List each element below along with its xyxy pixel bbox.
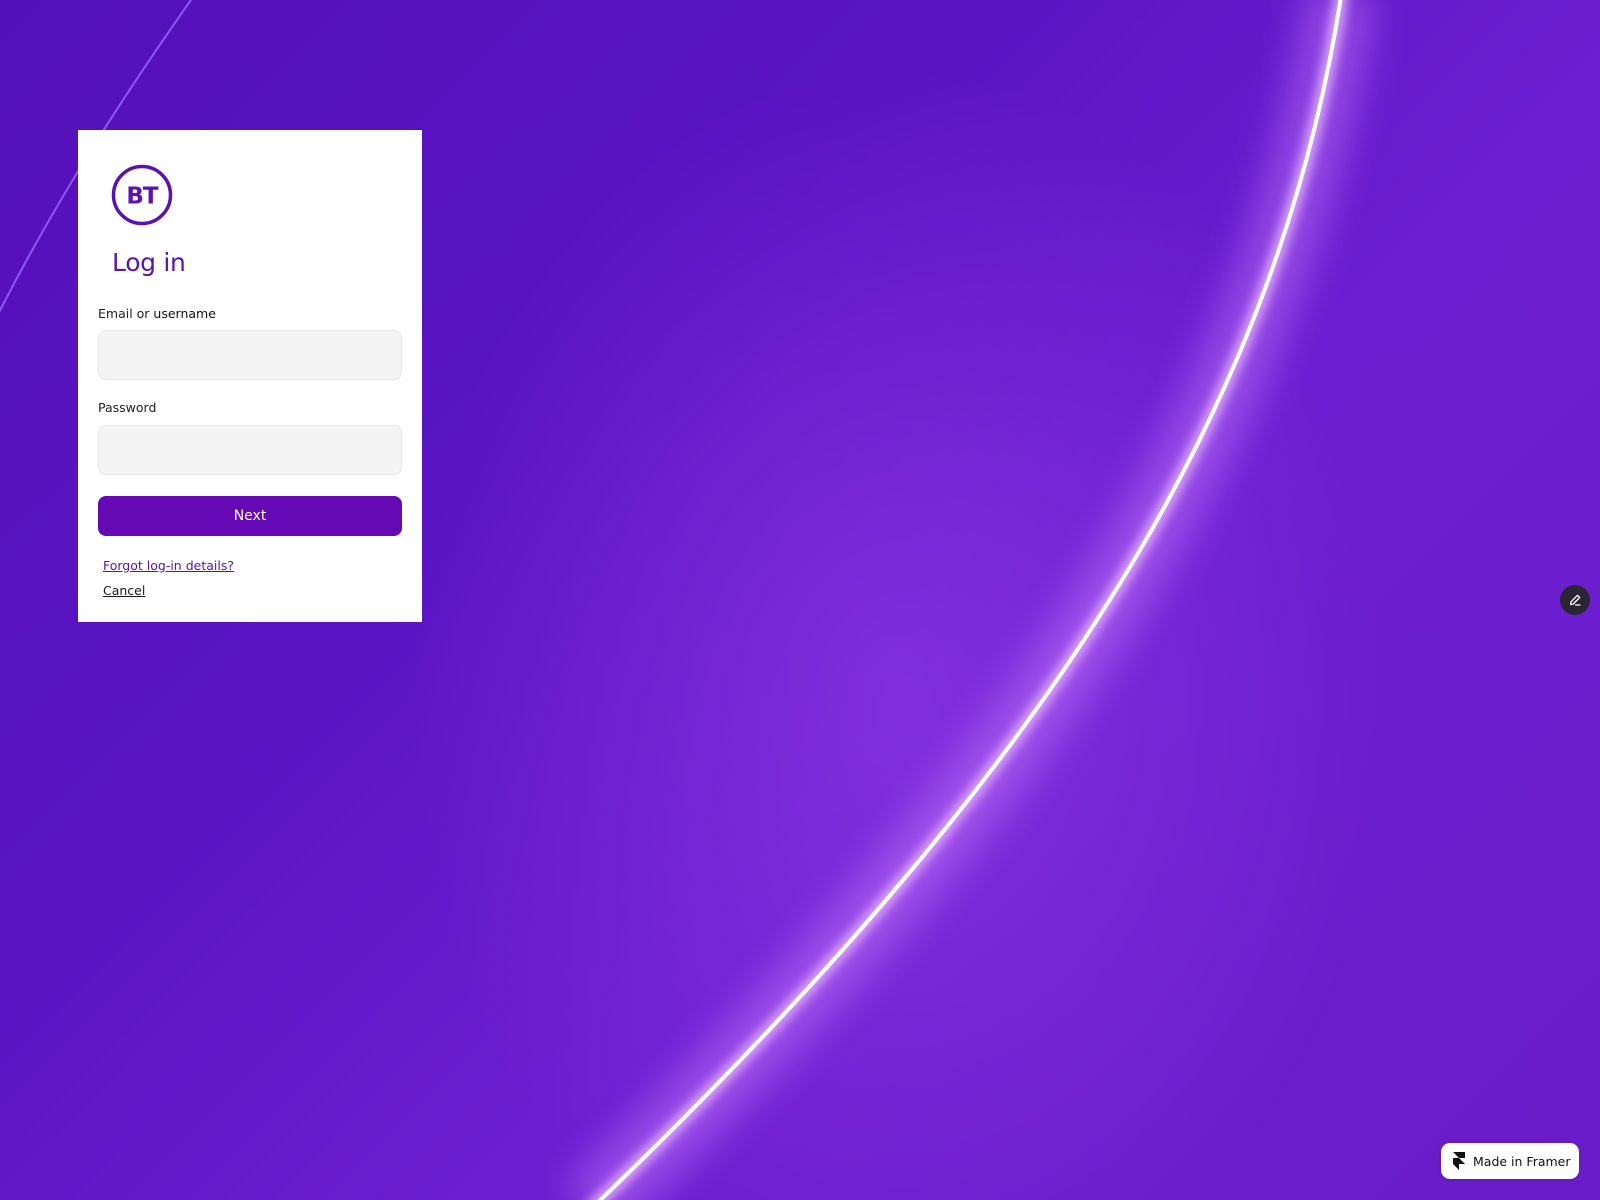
made-in-framer-badge[interactable]: Made in Framer [1441, 1143, 1579, 1179]
framer-logo-icon [1453, 1152, 1465, 1170]
email-label-strong: username [153, 306, 216, 321]
bt-logo: BT [111, 164, 173, 226]
email-label: Email or username [98, 306, 216, 321]
page-title: Log in [112, 248, 186, 277]
login-card: BT Log in Email or username Password Nex… [78, 130, 422, 622]
cancel-link[interactable]: Cancel [103, 583, 145, 598]
bt-logo-text: BT [126, 184, 159, 210]
edit-button[interactable] [1560, 585, 1590, 615]
email-input[interactable] [98, 330, 402, 380]
password-input[interactable] [98, 425, 402, 475]
email-label-prefix: Email or [98, 306, 154, 321]
password-label: Password [98, 400, 157, 415]
next-button[interactable]: Next [98, 496, 402, 536]
page-background: BT Log in Email or username Password Nex… [0, 0, 1600, 1200]
made-in-framer-label: Made in Framer [1473, 1153, 1571, 1169]
forgot-login-link[interactable]: Forgot log-in details? [103, 558, 234, 573]
pencil-icon [1569, 594, 1581, 606]
